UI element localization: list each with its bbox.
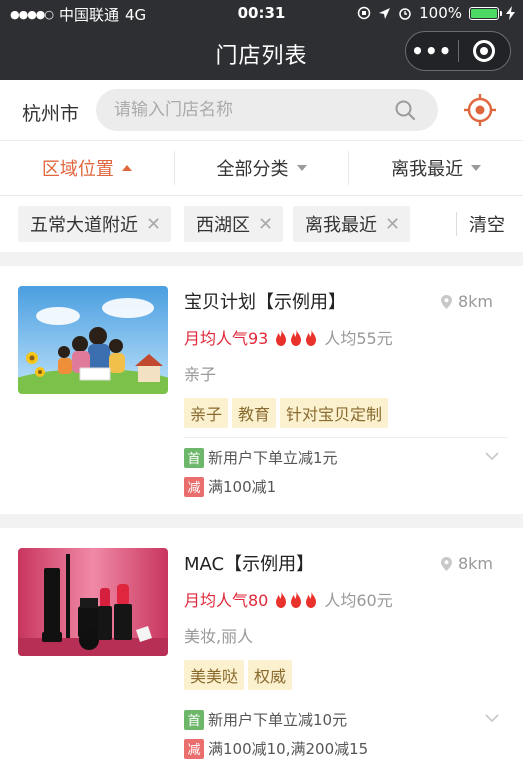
first-order-badge: 首	[184, 447, 204, 468]
family-reading-image	[18, 286, 168, 394]
tab-nearest[interactable]: 离我最近	[348, 151, 523, 185]
battery-icon	[469, 6, 502, 20]
store-tag: 教育	[232, 398, 277, 428]
cosmetics-image	[18, 548, 168, 656]
tab-all-categories[interactable]: 全部分类	[173, 151, 349, 185]
flame-icon	[291, 590, 302, 608]
store-search-input[interactable]	[114, 89, 384, 131]
promo-row: 减 满100减1	[184, 476, 276, 497]
store-category: 亲子	[184, 365, 217, 384]
promo-text: 新用户下单立减1元	[208, 449, 338, 467]
store-thumbnail[interactable]	[18, 548, 168, 656]
flame-icon	[306, 590, 317, 608]
search-bar: 杭州市	[0, 80, 523, 140]
first-order-badge: 首	[184, 709, 204, 730]
filter-chip-label: 西湖区	[196, 215, 250, 236]
search-icon[interactable]	[394, 99, 416, 121]
store-tag: 美美哒	[184, 660, 245, 690]
filter-tabs: 区域位置 全部分类 离我最近	[0, 140, 523, 196]
mini-program-capsule: •••	[405, 31, 511, 71]
store-popularity: 月均人气80 人均60元	[184, 587, 393, 611]
promo-text: 满100减1	[208, 478, 277, 496]
alarm-icon	[399, 8, 411, 20]
filter-chip[interactable]: 五常大道附近 ✕	[18, 206, 172, 242]
remove-chip-icon[interactable]: ✕	[146, 214, 161, 235]
filter-chip-label: 离我最近	[305, 215, 377, 236]
section-gap	[0, 514, 523, 528]
chevron-down-icon[interactable]	[485, 452, 499, 461]
promo-text: 满100减10,满200减15	[208, 740, 369, 758]
caret-down-icon	[296, 165, 307, 171]
promo-row: 首 新用户下单立减10元	[184, 709, 347, 730]
remove-chip-icon[interactable]: ✕	[258, 214, 273, 235]
filter-chip-label: 五常大道附近	[30, 215, 138, 236]
store-tag: 权威	[248, 660, 293, 690]
charging-icon	[506, 6, 515, 20]
city-selector[interactable]: 杭州市	[22, 99, 79, 126]
popularity-text: 月均人气93	[184, 329, 269, 348]
distance-value: 8km	[457, 292, 493, 311]
flame-icon	[276, 590, 287, 608]
store-card[interactable]: 宝贝计划【示例用】 8km 月均人气93 人均55元 亲子 亲子 教育 针对宝贝…	[0, 266, 523, 514]
popularity-text: 月均人气80	[184, 591, 269, 610]
location-arrow-icon	[379, 7, 391, 19]
discount-badge: 减	[184, 476, 204, 497]
store-tags: 亲子 教育 针对宝贝定制	[184, 398, 389, 428]
tab-area-location[interactable]: 区域位置	[0, 151, 174, 185]
flame-icon	[276, 328, 287, 346]
battery-percent: 100%	[419, 4, 462, 22]
locate-icon[interactable]	[464, 94, 496, 126]
discount-badge: 减	[184, 738, 204, 759]
more-menu-icon[interactable]: •••	[406, 39, 458, 63]
store-tag: 针对宝贝定制	[280, 398, 389, 428]
top-bar: ●●●●○ 中国联通 4G 00:31 100% 门店列表 •••	[0, 0, 523, 80]
map-pin-icon	[440, 294, 452, 309]
flame-icon	[306, 328, 317, 346]
close-mini-program-icon[interactable]	[458, 40, 510, 62]
flame-icon	[291, 328, 302, 346]
store-distance: 8km	[440, 554, 493, 573]
store-card[interactable]: MAC【示例用】 8km 月均人气80 人均60元 美妆,丽人 美美哒 权威 首…	[0, 528, 523, 760]
store-category: 美妆,丽人	[184, 627, 254, 646]
selected-filters: 五常大道附近 ✕ 西湖区 ✕ 离我最近 ✕ 清空	[0, 196, 523, 252]
tab-label: 全部分类	[216, 159, 289, 180]
store-thumbnail[interactable]	[18, 286, 168, 394]
promo-row: 首 新用户下单立减1元	[184, 447, 338, 468]
map-pin-icon	[440, 556, 452, 571]
distance-value: 8km	[457, 554, 493, 573]
store-distance: 8km	[440, 292, 493, 311]
store-name[interactable]: 宝贝计划【示例用】	[184, 288, 346, 314]
average-price: 人均60元	[324, 591, 393, 610]
orientation-lock-icon	[357, 6, 371, 20]
clear-filters-button[interactable]: 清空	[469, 211, 505, 237]
section-gap	[0, 252, 523, 266]
store-name[interactable]: MAC【示例用】	[184, 550, 314, 576]
filter-chip[interactable]: 西湖区 ✕	[184, 206, 284, 242]
filter-chip[interactable]: 离我最近 ✕	[293, 206, 411, 242]
tab-label: 区域位置	[41, 159, 114, 180]
chevron-down-icon[interactable]	[485, 714, 499, 723]
promo-text: 新用户下单立减10元	[208, 711, 348, 729]
store-tag: 亲子	[184, 398, 229, 428]
caret-down-icon	[471, 165, 482, 171]
caret-up-icon	[121, 165, 132, 171]
promo-row: 减 满100减10,满200减15	[184, 738, 368, 759]
store-tags: 美美哒 权威	[184, 660, 293, 690]
remove-chip-icon[interactable]: ✕	[385, 214, 400, 235]
tab-label: 离我最近	[391, 159, 464, 180]
average-price: 人均55元	[324, 329, 393, 348]
store-popularity: 月均人气93 人均55元	[184, 325, 393, 349]
status-bar: ●●●●○ 中国联通 4G 00:31 100%	[0, 0, 523, 26]
search-box[interactable]	[96, 89, 438, 131]
